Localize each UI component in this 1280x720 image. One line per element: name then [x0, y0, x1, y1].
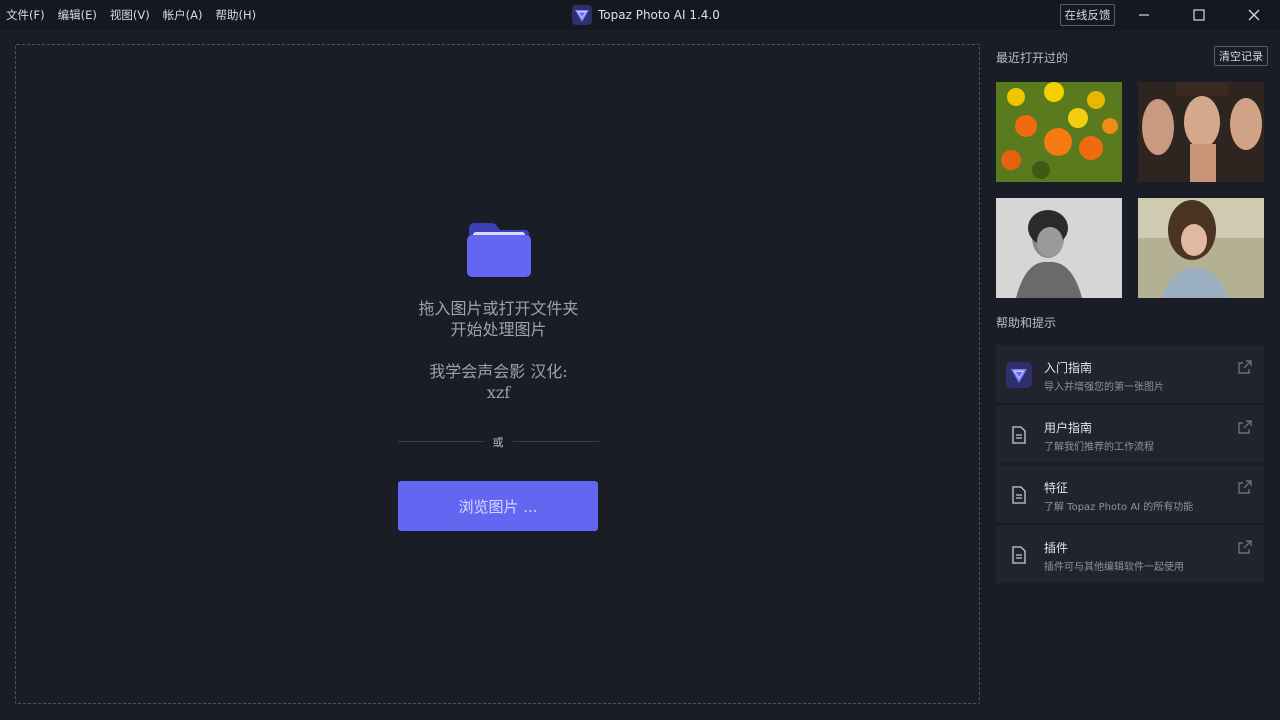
external-link-icon[interactable]	[1237, 419, 1253, 435]
recent-thumbnail[interactable]	[1138, 198, 1264, 298]
app-title-text: Topaz Photo AI 1.4.0	[598, 8, 720, 22]
recent-thumbnail[interactable]	[1138, 82, 1264, 182]
title-bar: 文件(F) 编辑(E) 视图(V) 帐户(A) 帮助(H) Topaz Phot…	[0, 0, 1280, 30]
help-item-title: 插件	[1044, 541, 1069, 555]
menu-view[interactable]: 视图(V)	[110, 7, 150, 23]
drop-instruction-line2: 开始处理图片	[450, 320, 547, 339]
divider-left	[398, 441, 484, 442]
external-link-icon[interactable]	[1237, 479, 1253, 495]
help-item-subtitle: 了解 Topaz Photo AI 的所有功能	[1044, 502, 1194, 513]
external-link-icon[interactable]	[1237, 359, 1253, 375]
help-item-user-guide[interactable]: 用户指南 了解我们推荐的工作流程	[996, 405, 1264, 464]
topaz-logo-icon	[1006, 362, 1032, 388]
clear-history-button[interactable]: 清空记录	[1214, 46, 1268, 66]
menu-file[interactable]: 文件(F)	[6, 7, 45, 23]
recent-files-title: 最近打开过的	[996, 51, 1069, 65]
divider-right	[513, 441, 599, 442]
menu-bar: 文件(F) 编辑(E) 视图(V) 帐户(A) 帮助(H)	[6, 0, 269, 30]
close-icon[interactable]	[1234, 0, 1274, 30]
help-tips-title: 帮助和提示	[996, 316, 1057, 330]
topaz-logo-icon	[572, 5, 592, 25]
feedback-button[interactable]: 在线反馈	[1060, 4, 1115, 26]
menu-help[interactable]: 帮助(H)	[216, 7, 257, 23]
browse-images-button[interactable]: 浏览图片 ...	[398, 481, 598, 531]
folder-icon	[467, 223, 531, 277]
recent-thumbnail[interactable]	[996, 198, 1122, 298]
or-label: 或	[492, 436, 504, 449]
menu-edit[interactable]: 编辑(E)	[58, 7, 97, 23]
document-icon	[1006, 422, 1032, 448]
recent-thumbnail[interactable]	[996, 82, 1122, 182]
credit-line2: xzf	[486, 383, 511, 402]
maximize-icon[interactable]	[1179, 0, 1219, 30]
document-icon	[1006, 482, 1032, 508]
help-item-plugins[interactable]: 插件 插件可与其他编辑软件一起使用	[996, 525, 1264, 584]
help-item-getting-started[interactable]: 入门指南 导入并增强您的第一张图片	[996, 345, 1264, 404]
help-item-title: 用户指南	[1044, 421, 1093, 435]
app-title: Topaz Photo AI 1.4.0	[572, 4, 720, 26]
help-item-subtitle: 导入并增强您的第一张图片	[1044, 382, 1164, 393]
minimize-icon[interactable]	[1124, 0, 1164, 30]
help-item-features[interactable]: 特征 了解 Topaz Photo AI 的所有功能	[996, 465, 1264, 524]
menu-account[interactable]: 帐户(A)	[163, 7, 203, 23]
help-item-subtitle: 插件可与其他编辑软件一起使用	[1044, 562, 1184, 573]
credit-line1: 我学会声会影 汉化:	[429, 362, 568, 381]
document-icon	[1006, 542, 1032, 568]
drop-instruction-line1: 拖入图片或打开文件夹	[418, 299, 579, 318]
external-link-icon[interactable]	[1237, 539, 1253, 555]
help-item-title: 特征	[1044, 481, 1069, 495]
help-item-subtitle: 了解我们推荐的工作流程	[1044, 442, 1154, 453]
help-item-title: 入门指南	[1044, 361, 1093, 375]
image-drop-zone[interactable]: 拖入图片或打开文件夹 开始处理图片 我学会声会影 汉化: xzf 或 浏览图片 …	[15, 44, 980, 704]
